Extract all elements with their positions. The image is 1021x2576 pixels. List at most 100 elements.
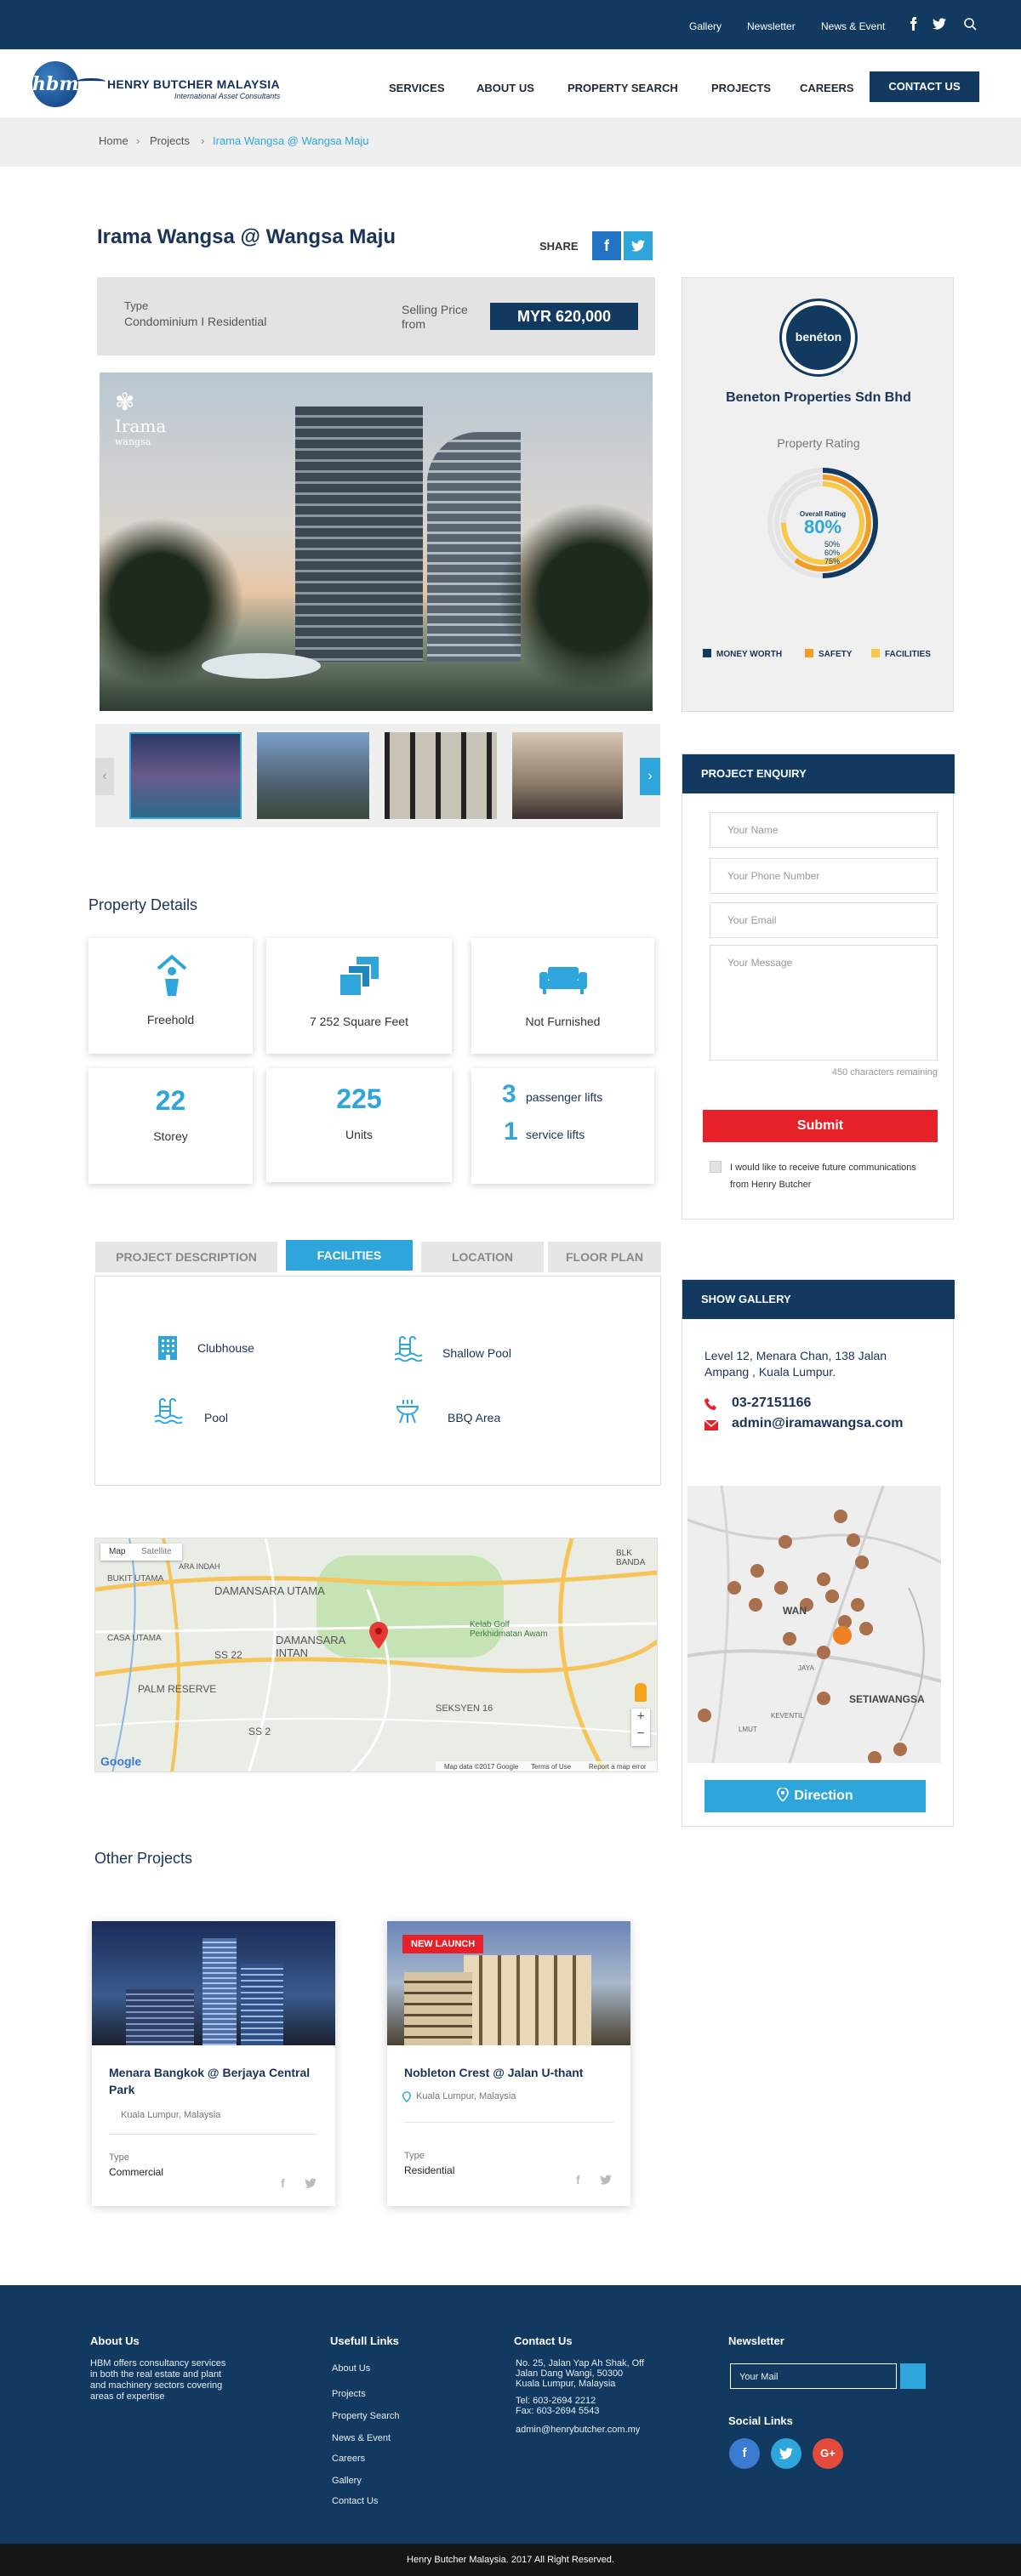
thumbnail-2[interactable] bbox=[257, 732, 369, 819]
map-label-setiawangsa: SETIAWANGSA bbox=[849, 1693, 925, 1705]
passenger-lifts-number: 3 bbox=[502, 1080, 516, 1108]
irama-logo-sub: wangsa bbox=[115, 436, 151, 447]
footer-facebook-icon[interactable]: f bbox=[729, 2438, 760, 2469]
chars-remaining: 450 characters remaining bbox=[831, 1067, 938, 1078]
tab-floor-plan[interactable]: FLOOR PLAN bbox=[548, 1242, 661, 1272]
topbar-link-gallery[interactable]: Gallery bbox=[689, 20, 722, 32]
location-pin-icon bbox=[402, 2091, 411, 2102]
project-card-image[interactable] bbox=[92, 1921, 335, 2045]
breadcrumb-projects[interactable]: Projects bbox=[150, 134, 190, 147]
thumbnail-4[interactable] bbox=[512, 732, 623, 819]
footer-link-contact[interactable]: Contact Us bbox=[332, 2496, 378, 2506]
map-report-link[interactable]: Report a map error bbox=[589, 1763, 647, 1771]
map-zoom-control[interactable]: + − bbox=[631, 1709, 650, 1746]
message-field[interactable]: Your Message bbox=[710, 945, 938, 1061]
footer-link-gallery[interactable]: Gallery bbox=[332, 2476, 362, 2486]
logo[interactable]: hbm bbox=[32, 61, 79, 107]
street-view-icon[interactable] bbox=[635, 1683, 647, 1702]
developer-logo[interactable]: benéton bbox=[779, 299, 858, 377]
furnish-value: Not Furnished bbox=[525, 1015, 601, 1028]
newsletter-email-input[interactable]: Your Mail bbox=[730, 2363, 897, 2389]
footer-link-property-search[interactable]: Property Search bbox=[332, 2411, 399, 2421]
map-tab-satellite[interactable]: Satellite bbox=[141, 1547, 172, 1556]
project-card-name[interactable]: Nobleton Crest @ Jalan U-thant bbox=[404, 2064, 617, 2081]
map-label: ARA INDAH bbox=[179, 1562, 220, 1571]
footer-link-about[interactable]: About Us bbox=[332, 2363, 370, 2374]
footer-link-projects[interactable]: Projects bbox=[332, 2389, 366, 2399]
enquiry-title: PROJECT ENQUIRY bbox=[682, 754, 955, 793]
tab-facilities[interactable]: FACILITIES bbox=[286, 1240, 413, 1271]
gallery-phone[interactable]: 03-27151166 bbox=[732, 1396, 811, 1411]
footer-address-line: Jalan Dang Wangi, 50300 bbox=[516, 2368, 624, 2379]
name-field[interactable]: Your Name bbox=[710, 812, 938, 848]
project-card[interactable]: Menara Bangkok @ Berjaya Central Park Ku… bbox=[92, 1921, 335, 2206]
units-number: 225 bbox=[336, 1083, 382, 1114]
project-card[interactable]: NEW LAUNCH Nobleton Crest @ Jalan U-than… bbox=[387, 1921, 630, 2206]
tab-description[interactable]: PROJECT DESCRIPTION bbox=[95, 1242, 277, 1272]
legend-safety: SAFETY bbox=[805, 649, 852, 659]
divider bbox=[109, 2134, 318, 2135]
nav-projects[interactable]: PROJECTS bbox=[711, 82, 771, 94]
service-lifts-label: service lifts bbox=[526, 1128, 585, 1141]
submit-button[interactable]: Submit bbox=[703, 1110, 938, 1142]
footer-twitter-icon[interactable] bbox=[771, 2438, 801, 2469]
twitter-icon[interactable] bbox=[933, 17, 946, 31]
palm-illustration bbox=[499, 500, 653, 696]
area-icon bbox=[339, 957, 379, 996]
project-card-type-label: Type bbox=[404, 2151, 425, 2161]
map-label: BUKIT UTAMA bbox=[107, 1574, 164, 1584]
email-field[interactable]: Your Email bbox=[710, 902, 938, 938]
map-tab-map[interactable]: Map bbox=[109, 1547, 125, 1556]
carousel-next-button[interactable]: › bbox=[640, 758, 660, 795]
contact-us-button[interactable]: CONTACT US bbox=[870, 71, 979, 102]
share-facebook-icon[interactable]: f bbox=[592, 231, 621, 260]
nav-careers[interactable]: CAREERS bbox=[800, 82, 854, 94]
project-card-name[interactable]: Menara Bangkok @ Berjaya Central Park bbox=[109, 2064, 322, 2098]
breadcrumb-current: Irama Wangsa @ Wangsa Maju bbox=[213, 134, 369, 147]
facebook-icon[interactable] bbox=[907, 17, 921, 31]
building-icon bbox=[158, 1336, 177, 1360]
footer-link-news[interactable]: News & Event bbox=[332, 2433, 391, 2443]
phone-field[interactable]: Your Phone Number bbox=[710, 858, 938, 894]
breadcrumb-home[interactable]: Home bbox=[99, 134, 128, 147]
twitter-icon[interactable] bbox=[305, 2178, 317, 2188]
property-details-title: Property Details bbox=[88, 896, 198, 913]
twitter-icon[interactable] bbox=[600, 2175, 612, 2185]
footer-link-careers[interactable]: Careers bbox=[332, 2454, 365, 2464]
storey-label: Storey bbox=[153, 1129, 188, 1143]
tenure-value: Freehold bbox=[146, 1013, 195, 1026]
logo-tagline: International Asset Consultants bbox=[174, 92, 281, 100]
search-icon[interactable] bbox=[963, 17, 977, 31]
location-map[interactable]: Map Satellite BUKIT UTAMA ARA INDAH DAMA… bbox=[94, 1538, 658, 1772]
footer-links-title: Usefull Links bbox=[330, 2334, 399, 2347]
project-main-image[interactable]: ✾ Irama wangsa bbox=[100, 372, 653, 711]
divider bbox=[404, 2122, 613, 2123]
topbar-link-newsletter[interactable]: Newsletter bbox=[747, 20, 796, 32]
nearby-map[interactable]: SETIAWANGSA KEVENTIL WAN JAYA LMUT bbox=[687, 1486, 941, 1763]
facebook-icon[interactable]: f bbox=[281, 2176, 285, 2190]
newsletter-submit-button[interactable] bbox=[900, 2363, 926, 2389]
share-twitter-icon[interactable] bbox=[624, 231, 653, 260]
phone-icon bbox=[704, 1398, 716, 1410]
nav-property-search[interactable]: PROPERTY SEARCH bbox=[568, 82, 678, 94]
map-label: SS 22 bbox=[214, 1649, 242, 1661]
show-gallery-title[interactable]: SHOW GALLERY bbox=[682, 1280, 955, 1319]
map-marker-icon[interactable] bbox=[369, 1622, 388, 1649]
consent-checkbox[interactable] bbox=[710, 1161, 722, 1173]
carousel-prev-button[interactable]: ‹ bbox=[95, 758, 114, 795]
footer-email[interactable]: admin@henrybutcher.com.my bbox=[516, 2425, 640, 2435]
map-terms-link[interactable]: Terms of Use bbox=[531, 1763, 571, 1771]
irama-logo: ✾ Irama wangsa bbox=[115, 388, 166, 447]
facebook-icon[interactable]: f bbox=[576, 2173, 580, 2186]
footer-google-plus-icon[interactable]: G+ bbox=[813, 2438, 843, 2469]
thumbnail-3[interactable] bbox=[385, 732, 497, 819]
gallery-email[interactable]: admin@iramawangsa.com bbox=[732, 1416, 903, 1431]
tower-illustration bbox=[241, 1964, 283, 2045]
nav-services[interactable]: SERVICES bbox=[389, 82, 445, 94]
topbar-link-news[interactable]: News & Event bbox=[821, 20, 885, 32]
thumbnail-1[interactable] bbox=[129, 732, 242, 819]
nav-about[interactable]: ABOUT US bbox=[476, 82, 534, 94]
tab-location[interactable]: LOCATION bbox=[421, 1242, 544, 1272]
direction-button[interactable]: Direction bbox=[704, 1780, 926, 1812]
map-attribution-text: Map data ©2017 Google bbox=[444, 1763, 519, 1771]
